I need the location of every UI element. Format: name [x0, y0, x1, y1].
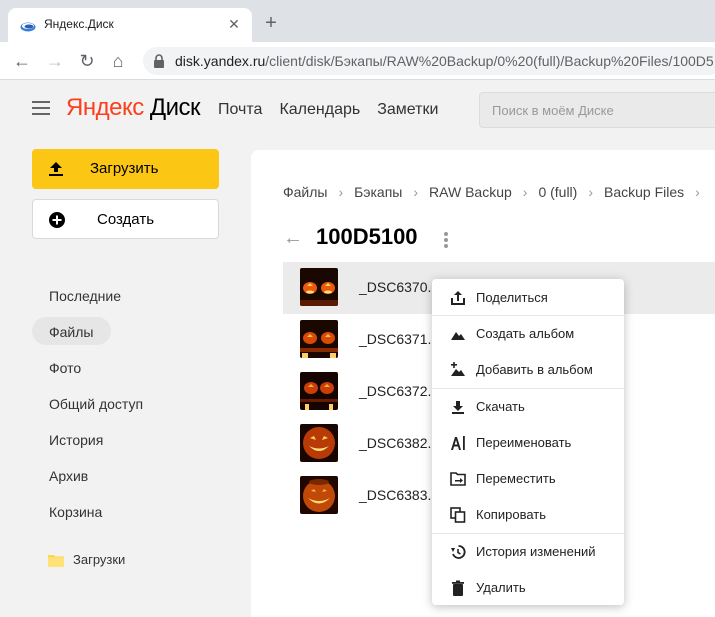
- menu-group-file-ops: Скачать Переименовать Переместить Копиро…: [432, 389, 624, 534]
- rename-icon: [451, 436, 465, 450]
- url-path: /client/disk/Бэкапы/RAW%20Backup/0%20(fu…: [265, 53, 714, 69]
- menu-item-label: Поделиться: [476, 290, 548, 305]
- menu-item-label: Удалить: [476, 580, 526, 595]
- back-icon[interactable]: ←: [12, 51, 32, 71]
- browser-toolbar: ← → ↻ ⌂ disk.yandex.ru/client/disk/Бэкап…: [0, 42, 715, 80]
- menu-group-history: История изменений Удалить: [432, 534, 624, 606]
- breadcrumb: Файлы › Бэкапы › RAW Backup › 0 (full) › Backup …: [283, 184, 711, 200]
- browser-tabstrip: Яндекс.Диск ✕ +: [0, 0, 715, 42]
- breadcrumb-item[interactable]: Бэкапы: [354, 184, 402, 200]
- context-menu: Поделиться Создать альбом Добавить в аль…: [432, 279, 624, 605]
- menu-item-label: История изменений: [476, 544, 596, 559]
- history-icon: [451, 545, 466, 559]
- menu-item-label: Переименовать: [476, 435, 572, 450]
- create-album-icon: [451, 332, 465, 340]
- breadcrumb-item[interactable]: 0 (full): [538, 184, 577, 200]
- address-bar[interactable]: disk.yandex.ru/client/disk/Бэкапы/RAW%20…: [143, 47, 715, 75]
- copy-icon: [450, 507, 466, 523]
- home-icon[interactable]: ⌂: [108, 51, 128, 71]
- close-tab-icon[interactable]: ✕: [226, 16, 242, 32]
- menu-item-share[interactable]: Поделиться: [432, 279, 624, 315]
- browser-tab[interactable]: Яндекс.Диск ✕: [8, 8, 252, 42]
- url-host: disk.yandex.ru: [175, 53, 266, 69]
- page-title: 100D5100: [316, 224, 418, 249]
- sidebar-item-label: Общий доступ: [49, 396, 144, 412]
- chevron-right-icon: ›: [695, 184, 700, 200]
- folder-icon: [48, 555, 64, 567]
- upload-button[interactable]: Загрузить: [32, 149, 219, 189]
- nav-mail[interactable]: Почта: [218, 101, 262, 118]
- url-text: disk.yandex.ru/client/disk/Бэкапы/RAW%20…: [175, 53, 714, 69]
- nav-calendar[interactable]: Календарь: [279, 101, 360, 118]
- tab-title: Яндекс.Диск: [44, 17, 114, 31]
- logo-disk: Диск: [143, 94, 201, 121]
- trash-icon: [452, 580, 464, 596]
- sidebar-item-label: История: [49, 432, 104, 448]
- menu-icon[interactable]: [32, 101, 50, 115]
- menu-item-copy[interactable]: Копировать: [432, 497, 624, 533]
- sidebar-item-label: Последние: [49, 288, 122, 304]
- file-name: _DSC6372.N: [359, 383, 442, 399]
- menu-item-rename[interactable]: Переименовать: [432, 425, 624, 461]
- plus-circle-icon: [49, 212, 65, 228]
- breadcrumb-item[interactable]: RAW Backup: [429, 184, 512, 200]
- chevron-right-icon: ›: [338, 184, 344, 200]
- image-thumbnail: [300, 424, 338, 462]
- menu-item-label: Скачать: [476, 399, 525, 414]
- image-thumbnail: [300, 372, 338, 410]
- back-arrow-icon[interactable]: ←: [283, 228, 303, 248]
- share-icon: [451, 291, 465, 305]
- menu-item-label: Создать альбом: [476, 326, 575, 341]
- breadcrumb-item[interactable]: Backup Files: [604, 184, 684, 200]
- upload-icon: [49, 162, 63, 176]
- upload-label: Загрузить: [90, 160, 159, 177]
- image-thumbnail: [300, 476, 338, 514]
- search-input[interactable]: Поиск в моём Диске: [479, 92, 715, 128]
- reload-icon[interactable]: ↻: [77, 51, 97, 71]
- image-thumbnail: [300, 320, 338, 358]
- menu-group-album: Создать альбом Добавить в альбом: [432, 316, 624, 389]
- sidebar-item-label: Архив: [49, 468, 89, 484]
- sidebar-item-label: Корзина: [49, 504, 103, 520]
- header-nav: Почта Календарь Заметки: [218, 101, 455, 119]
- create-button[interactable]: Создать: [32, 199, 219, 239]
- add-to-album-icon: [451, 362, 465, 376]
- menu-item-add-to-album[interactable]: Добавить в альбом: [432, 352, 624, 388]
- image-thumbnail: [300, 268, 338, 306]
- menu-item-label: Копировать: [476, 507, 546, 522]
- create-label: Создать: [97, 211, 155, 228]
- menu-item-delete[interactable]: Удалить: [432, 570, 624, 606]
- menu-item-history[interactable]: История изменений: [432, 534, 624, 570]
- menu-group-share: Поделиться: [432, 279, 624, 316]
- menu-item-label: Добавить в альбом: [476, 362, 593, 377]
- menu-item-download[interactable]: Скачать: [432, 389, 624, 425]
- chevron-right-icon: ›: [413, 184, 419, 200]
- yandex-disk-favicon-icon: [20, 22, 36, 32]
- file-name: _DSC6383.N: [359, 487, 442, 503]
- new-tab-icon[interactable]: +: [262, 13, 280, 33]
- file-name: _DSC6382.N: [359, 435, 442, 451]
- folder-label: Загрузки: [73, 552, 126, 567]
- chevron-right-icon: ›: [522, 184, 528, 200]
- sidebar-item-label: Фото: [49, 360, 82, 376]
- more-options-icon[interactable]: [444, 232, 448, 248]
- breadcrumb-item[interactable]: Файлы: [283, 184, 327, 200]
- file-name: _DSC6370.N: [359, 279, 442, 295]
- sidebar-item-label: Файлы: [49, 324, 94, 340]
- menu-item-label: Переместить: [476, 471, 556, 486]
- yandex-disk-logo[interactable]: Яндекс Диск: [66, 94, 201, 122]
- chevron-right-icon: ›: [588, 184, 594, 200]
- move-icon: [450, 472, 466, 486]
- menu-item-move[interactable]: Переместить: [432, 461, 624, 497]
- forward-icon[interactable]: →: [45, 51, 65, 71]
- file-name: _DSC6371.N: [359, 331, 442, 347]
- download-icon: [452, 401, 464, 414]
- search-placeholder: Поиск в моём Диске: [492, 103, 614, 118]
- menu-item-create-album[interactable]: Создать альбом: [432, 316, 624, 352]
- lock-icon: [154, 54, 164, 68]
- logo-yandex: Яндекс: [66, 94, 144, 121]
- nav-notes[interactable]: Заметки: [377, 101, 438, 118]
